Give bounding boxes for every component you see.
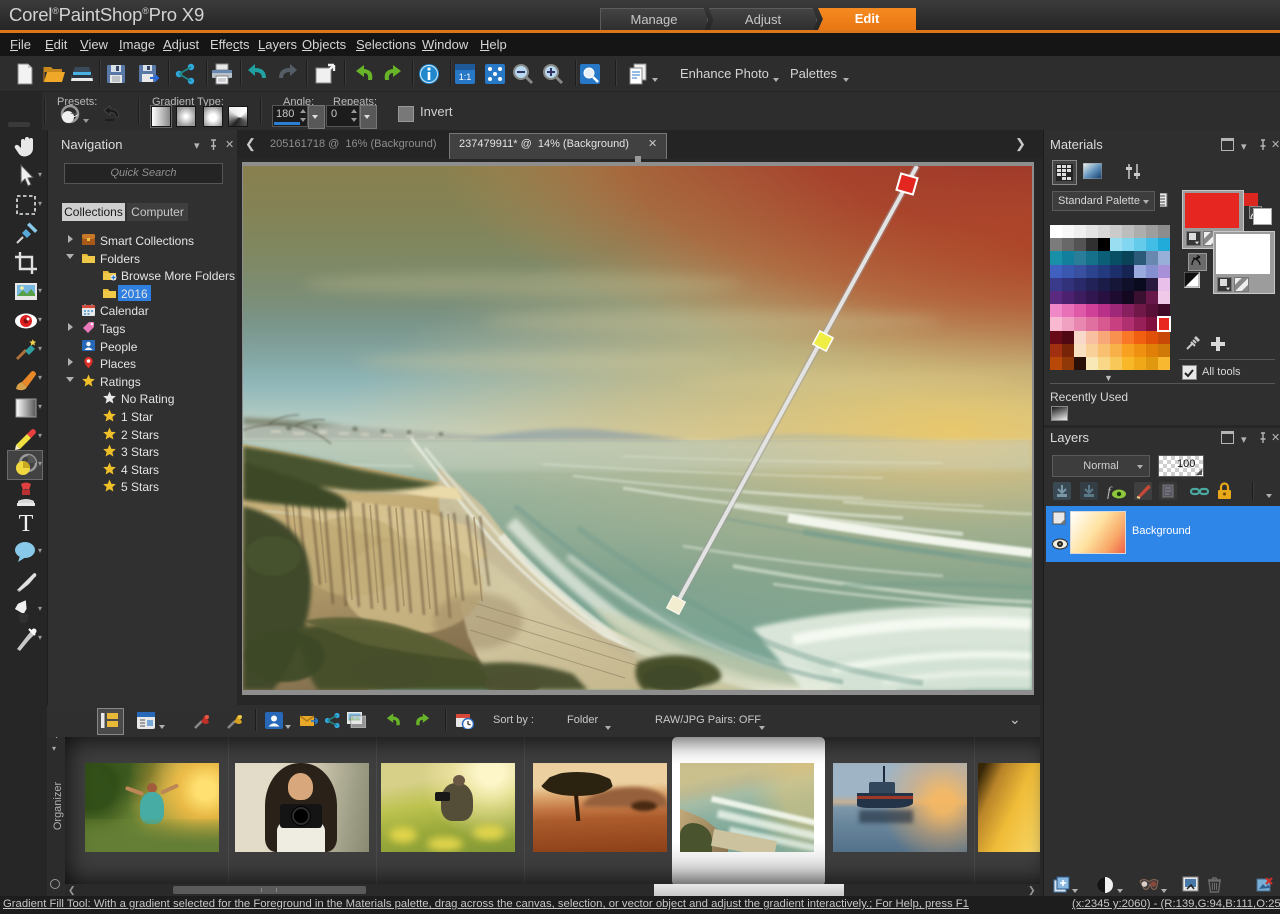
svg-text:f: f: [1107, 485, 1113, 500]
svg-text:T: T: [19, 511, 34, 536]
svg-text:1:1: 1:1: [459, 72, 472, 82]
